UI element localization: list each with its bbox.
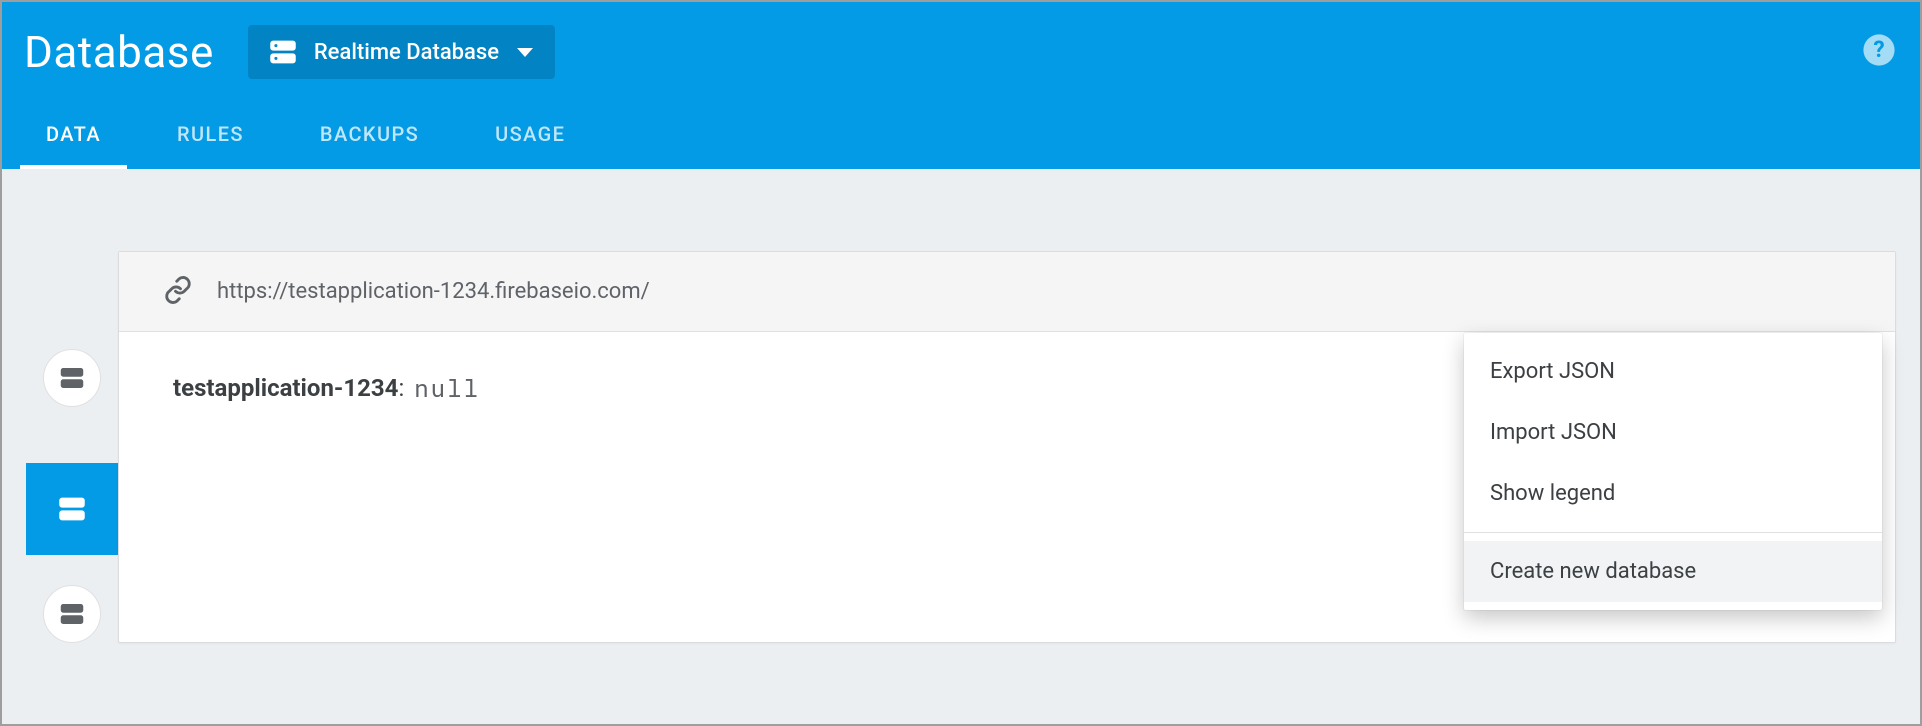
node-key: testapplication-1234 [173, 374, 398, 402]
database-selector-dropdown[interactable]: Realtime Database [248, 25, 555, 79]
database-icon [55, 492, 89, 526]
tab-rules[interactable]: RULES [151, 102, 270, 169]
database-selector-label: Realtime Database [314, 40, 499, 65]
header: Database Realtime Database ? DATA RULES … [2, 2, 1920, 169]
help-button[interactable]: ? [1862, 33, 1896, 71]
menu-item-export-json[interactable]: Export JSON [1464, 341, 1882, 402]
menu-item-create-new-database[interactable]: Create new database [1464, 541, 1882, 602]
chevron-down-icon [517, 48, 533, 57]
content: https://testapplication-1234.firebaseio.… [2, 251, 1920, 643]
overflow-menu: Export JSON Import JSON Show legend Crea… [1464, 333, 1882, 610]
tab-usage[interactable]: USAGE [469, 102, 591, 169]
menu-group: Export JSON Import JSON Show legend [1464, 333, 1882, 532]
tabs: DATA RULES BACKUPS USAGE [2, 102, 1920, 169]
database-icon [266, 35, 300, 69]
database-instance-rail [26, 251, 118, 643]
node-colon: : [398, 374, 404, 402]
node-value: null [414, 372, 480, 404]
database-url[interactable]: https://testapplication-1234.firebaseio.… [217, 279, 650, 304]
menu-item-show-legend[interactable]: Show legend [1464, 463, 1882, 524]
svg-text:?: ? [1873, 36, 1884, 63]
database-instance-button[interactable] [43, 349, 101, 407]
url-bar: https://testapplication-1234.firebaseio.… [119, 252, 1895, 332]
link-icon [163, 275, 193, 309]
menu-item-import-json[interactable]: Import JSON [1464, 402, 1882, 463]
tab-data[interactable]: DATA [20, 102, 127, 169]
database-icon [57, 599, 87, 629]
database-instance-button-active[interactable] [26, 463, 118, 555]
tab-backups[interactable]: BACKUPS [294, 102, 445, 169]
header-top: Database Realtime Database ? [2, 2, 1920, 102]
page-title: Database [24, 26, 214, 78]
help-icon: ? [1862, 33, 1896, 67]
database-instance-button[interactable] [43, 585, 101, 643]
database-icon [57, 363, 87, 393]
menu-group: Create new database [1464, 533, 1882, 610]
